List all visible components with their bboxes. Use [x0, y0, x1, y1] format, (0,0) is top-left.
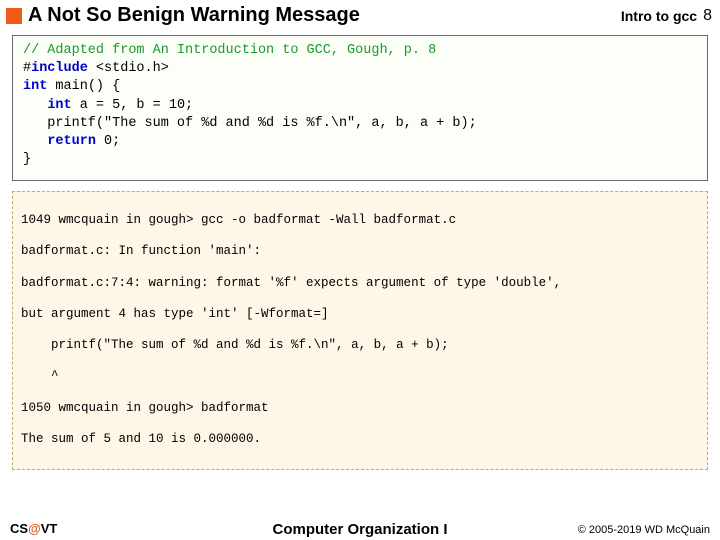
terminal-output-box: 1049 wmcquain in gough> gcc -o badformat… [12, 191, 708, 471]
keyword: return [47, 134, 96, 149]
code-text: main() { [47, 79, 120, 94]
keyword: include [31, 61, 88, 76]
code-comment: // Adapted from An Introduction to GCC, … [23, 43, 436, 58]
code-text: } [23, 151, 697, 169]
module-name: Intro to gcc [621, 8, 697, 24]
at-icon: @ [28, 521, 41, 536]
code-text: a = 5, b = 10; [72, 98, 194, 113]
terminal-line: 1050 wmcquain in gough> badformat [21, 401, 269, 415]
code-text: # [23, 61, 31, 76]
slide-footer: CS@VT Computer Organization I © 2005-201… [0, 521, 720, 536]
footer-right: © 2005-2019 WD McQuain [578, 524, 710, 536]
terminal-line: 1049 wmcquain in gough> gcc -o badformat… [21, 213, 456, 227]
terminal-line: badformat.c: In function 'main': [21, 244, 261, 258]
terminal-line: printf("The sum of %d and %d is %f.\n", … [21, 338, 449, 352]
code-indent [23, 134, 47, 149]
code-indent [23, 98, 47, 113]
footer-cs: CS [10, 521, 28, 536]
bullet-icon [6, 8, 22, 24]
terminal-line: The sum of 5 and 10 is 0.000000. [21, 432, 261, 446]
terminal-line: ^ [21, 369, 59, 383]
slide-title: A Not So Benign Warning Message [28, 4, 621, 27]
keyword: int [47, 98, 71, 113]
slide-header: A Not So Benign Warning Message Intro to… [0, 0, 720, 29]
keyword: int [23, 79, 47, 94]
code-text: <stdio.h> [88, 61, 169, 76]
footer-left: CS@VT [10, 521, 57, 536]
source-code-box: // Adapted from An Introduction to GCC, … [12, 35, 708, 181]
page-number: 8 [703, 7, 712, 25]
terminal-line: badformat.c:7:4: warning: format '%f' ex… [21, 276, 561, 290]
footer-vt: VT [41, 521, 58, 536]
terminal-line: but argument 4 has type 'int' [-Wformat=… [21, 307, 329, 321]
code-text: printf("The sum of %d and %d is %f.\n", … [23, 115, 697, 133]
code-text: 0; [96, 134, 120, 149]
